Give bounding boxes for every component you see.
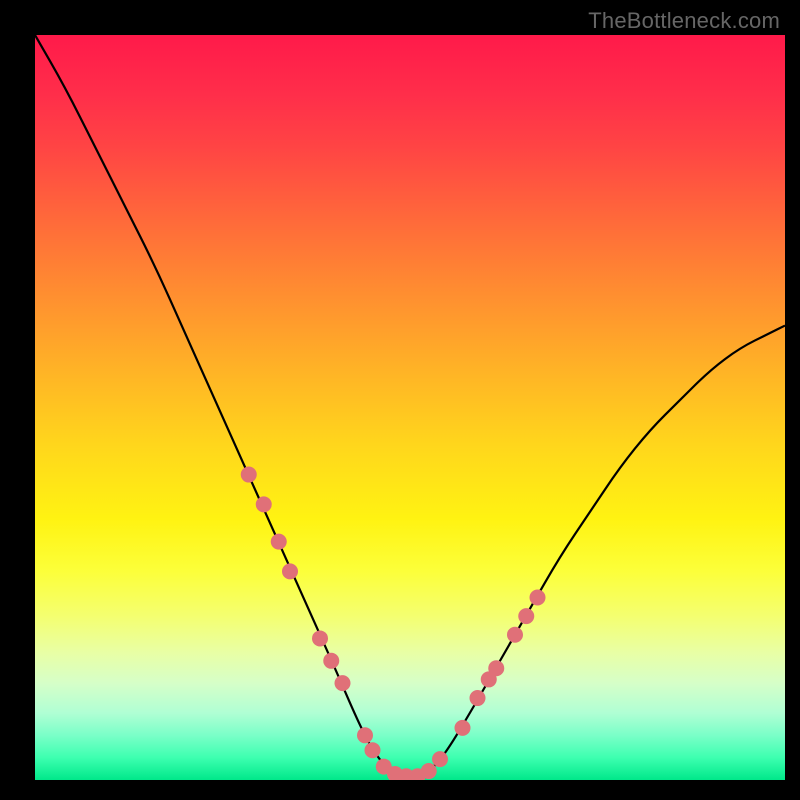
- watermark-text: TheBottleneck.com: [588, 8, 780, 34]
- curve-marker: [387, 766, 403, 780]
- curve-marker: [241, 467, 257, 483]
- curve-path: [35, 35, 785, 776]
- curve-marker: [256, 496, 272, 512]
- curve-marker: [312, 630, 328, 646]
- bottleneck-curve: [35, 35, 785, 776]
- curve-marker: [323, 653, 339, 669]
- curve-marker: [398, 768, 414, 780]
- chart-container: TheBottleneck.com: [0, 0, 800, 800]
- curve-marker: [335, 675, 351, 691]
- curve-marker: [507, 627, 523, 643]
- curve-marker: [455, 720, 471, 736]
- chart-svg: [35, 35, 785, 780]
- curve-markers: [241, 467, 546, 780]
- curve-marker: [530, 589, 546, 605]
- curve-marker: [357, 727, 373, 743]
- curve-marker: [271, 534, 287, 550]
- curve-marker: [518, 608, 534, 624]
- curve-marker: [282, 563, 298, 579]
- curve-marker: [488, 660, 504, 676]
- curve-marker: [432, 751, 448, 767]
- curve-marker: [365, 742, 381, 758]
- curve-marker: [376, 759, 392, 775]
- plot-area: [35, 35, 785, 780]
- curve-marker: [470, 690, 486, 706]
- curve-marker: [481, 671, 497, 687]
- curve-marker: [410, 768, 426, 780]
- curve-marker: [421, 763, 437, 779]
